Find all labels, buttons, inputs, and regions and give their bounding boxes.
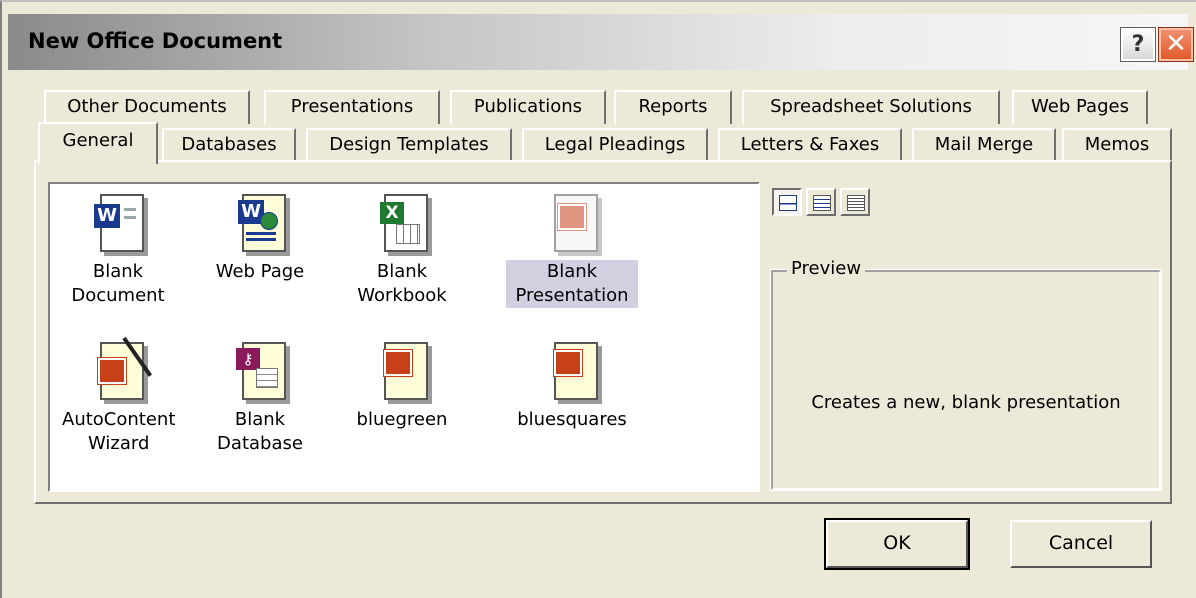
preview-description: Creates a new, blank presentation <box>811 392 1121 413</box>
template-label: AutoContent Wizard <box>62 409 176 454</box>
template-label: bluegreen <box>356 409 448 430</box>
tab-memos[interactable]: Memos <box>1062 128 1172 162</box>
large-icons-view-button[interactable] <box>772 188 802 216</box>
template-item[interactable]: AutoContent Wizard <box>58 336 178 456</box>
template-item[interactable]: W Blank Document <box>58 190 178 308</box>
large-icons-view-icon <box>779 195 797 211</box>
tab-databases[interactable]: Databases <box>162 128 296 162</box>
tab-letters-faxes[interactable]: Letters & Faxes <box>718 128 902 162</box>
tab-web-pages[interactable]: Web Pages <box>1012 90 1148 124</box>
tab-publications[interactable]: Publications <box>450 90 606 124</box>
word-document-icon: W <box>88 190 148 256</box>
template-label: Blank Document <box>71 261 165 306</box>
excel-workbook-icon: X <box>372 190 432 256</box>
template-item[interactable]: ⚷ Blank Database <box>200 338 320 456</box>
details-view-icon <box>847 195 865 211</box>
preview-group: Preview Creates a new, blank presentatio… <box>770 258 1162 491</box>
new-office-document-dialog: New Office Document ? ✕ Other Documents … <box>0 0 1196 598</box>
powerpoint-template-icon <box>542 338 602 404</box>
tab-reports[interactable]: Reports <box>614 90 732 124</box>
title-bar[interactable]: New Office Document ? ✕ <box>8 14 1194 70</box>
template-list[interactable]: W Blank Document W Web Page X Blank Work… <box>48 182 760 492</box>
template-item[interactable]: bluegreen <box>342 338 462 432</box>
tab-general[interactable]: General <box>38 122 158 164</box>
template-item[interactable]: bluesquares <box>506 338 638 432</box>
access-database-icon: ⚷ <box>230 338 290 404</box>
list-view-icon <box>813 195 831 211</box>
details-view-button[interactable] <box>840 188 870 216</box>
ok-button[interactable]: OK <box>824 518 970 570</box>
powerpoint-template-icon <box>372 338 432 404</box>
dialog-title: New Office Document <box>28 29 283 53</box>
cancel-button[interactable]: Cancel <box>1010 520 1152 568</box>
help-button[interactable]: ? <box>1120 27 1156 62</box>
template-label: bluesquares <box>517 409 627 430</box>
tab-design-templates[interactable]: Design Templates <box>306 128 512 162</box>
template-label: Blank Database <box>217 409 303 454</box>
tab-panel-general: W Blank Document W Web Page X Blank Work… <box>34 160 1172 504</box>
tab-mail-merge[interactable]: Mail Merge <box>912 128 1056 162</box>
template-label: Blank Workbook <box>357 261 447 306</box>
template-label: Blank Presentation <box>506 260 638 308</box>
tab-spreadsheet-solutions[interactable]: Spreadsheet Solutions <box>742 90 1000 124</box>
template-item[interactable]: W Web Page <box>200 190 320 284</box>
autocontent-wizard-icon <box>88 336 153 404</box>
tab-other-documents[interactable]: Other Documents <box>44 90 250 124</box>
template-item[interactable]: Blank Presentation <box>506 190 638 308</box>
tab-presentations[interactable]: Presentations <box>264 90 440 124</box>
template-item[interactable]: X Blank Workbook <box>342 190 462 308</box>
list-view-button[interactable] <box>806 188 836 216</box>
powerpoint-presentation-icon <box>542 190 602 256</box>
tab-legal-pleadings[interactable]: Legal Pleadings <box>522 128 708 162</box>
close-button[interactable]: ✕ <box>1158 27 1194 62</box>
template-label: Web Page <box>215 261 305 282</box>
word-web-page-icon: W <box>230 190 290 256</box>
preview-legend: Preview <box>787 258 866 279</box>
